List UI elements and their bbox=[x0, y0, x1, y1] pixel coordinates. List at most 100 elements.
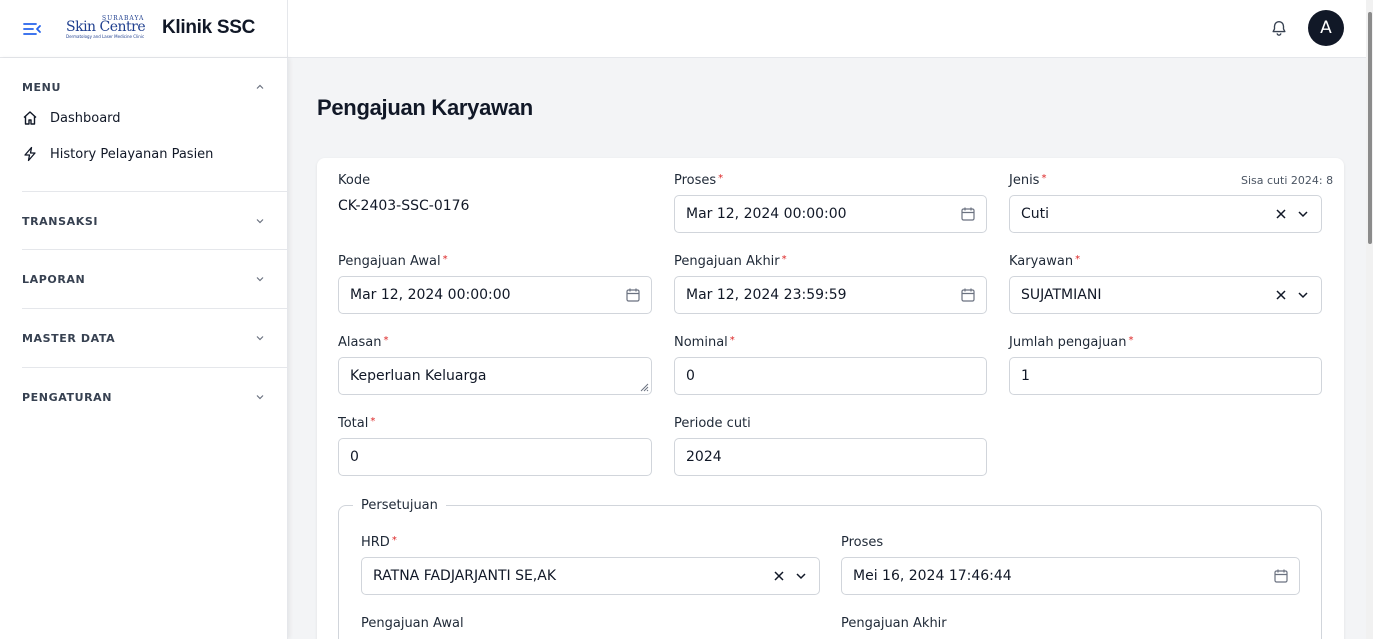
hrd-label: HRD * bbox=[361, 535, 397, 550]
nominal-value: 0 bbox=[686, 368, 695, 384]
jenis-selected-value: Cuti bbox=[1021, 206, 1050, 222]
required-mark: * bbox=[1128, 335, 1134, 346]
bell-icon[interactable] bbox=[1270, 19, 1288, 37]
proses-label-text: Proses bbox=[674, 173, 717, 188]
jumlah-pengajuan-input[interactable]: 1 bbox=[1009, 357, 1322, 395]
required-mark: * bbox=[718, 173, 724, 184]
jumlah-pengajuan-label: Jumlah pengajuan * bbox=[1009, 335, 1133, 350]
jenis-label: Jenis * bbox=[1009, 173, 1046, 188]
periode-cuti-value: 2024 bbox=[686, 449, 722, 465]
required-mark: * bbox=[1075, 254, 1081, 265]
jumlah-pengajuan-value: 1 bbox=[1021, 368, 1030, 384]
sidebar-item-label: History Pelayanan Pasien bbox=[50, 146, 214, 162]
sidebar-item-label: Dashboard bbox=[50, 110, 121, 126]
karyawan-selected-value: SUJATMIANI bbox=[1021, 287, 1102, 303]
sidebar-divider bbox=[22, 191, 288, 192]
jenis-label-text: Jenis bbox=[1009, 173, 1040, 188]
clear-icon[interactable] bbox=[773, 570, 785, 582]
pengajuan-awal-label: Pengajuan Awal * bbox=[338, 254, 448, 269]
periode-cuti-input[interactable]: 2024 bbox=[674, 438, 987, 476]
calendar-icon[interactable] bbox=[960, 287, 976, 303]
alasan-label-text: Alasan bbox=[338, 335, 382, 350]
app-title: Klinik SSC bbox=[162, 17, 256, 38]
persetujuan-legend: Persetujuan bbox=[353, 498, 446, 513]
required-mark: * bbox=[391, 535, 397, 546]
sidebar-section-menu[interactable]: MENU bbox=[22, 78, 265, 96]
sidebar-divider bbox=[22, 249, 288, 250]
jenis-select[interactable]: Cuti bbox=[1009, 195, 1322, 233]
persetujuan-proses-value: Mei 16, 2024 17:46:44 bbox=[853, 568, 1012, 584]
sidebar-section-label: MENU bbox=[22, 80, 61, 94]
chevron-down-icon[interactable] bbox=[1297, 289, 1309, 301]
persetujuan-pengajuan-akhir-label: Pengajuan Akhir bbox=[841, 616, 947, 631]
proses-date-field[interactable]: Mar 12, 2024 00:00:00 bbox=[674, 195, 987, 233]
sidebar-item-history-pelayanan[interactable]: History Pelayanan Pasien bbox=[22, 143, 262, 165]
chevron-down-icon[interactable] bbox=[795, 570, 807, 582]
sidebar-section-laporan[interactable]: LAPORAN bbox=[22, 270, 265, 288]
logo-sub-text: Dermatology and Laser Medicine Clinic bbox=[66, 34, 145, 39]
page-title: Pengajuan Karyawan bbox=[317, 95, 533, 120]
sidebar-section-label: LAPORAN bbox=[22, 272, 86, 286]
chevron-down-icon bbox=[256, 277, 264, 282]
pengajuan-akhir-value: Mar 12, 2024 23:59:59 bbox=[686, 287, 847, 303]
brand-area: SURABAYA Skin Centre Dermatology and Las… bbox=[0, 0, 288, 58]
hrd-selected-value: RATNA FADJARJANTI SE,AK bbox=[373, 568, 557, 584]
required-mark: * bbox=[370, 416, 376, 427]
chevron-down-icon bbox=[256, 219, 264, 224]
scrollbar-thumb[interactable] bbox=[1368, 12, 1372, 244]
total-label-text: Total bbox=[338, 416, 369, 431]
clear-icon[interactable] bbox=[1275, 289, 1287, 301]
kode-label: Kode bbox=[338, 173, 371, 188]
karyawan-label: Karyawan * bbox=[1009, 254, 1080, 269]
pengajuan-awal-date-field[interactable]: Mar 12, 2024 00:00:00 bbox=[338, 276, 652, 314]
required-mark: * bbox=[442, 254, 448, 265]
total-input[interactable]: 0 bbox=[338, 438, 652, 476]
home-icon bbox=[23, 111, 37, 125]
hrd-select[interactable]: RATNA FADJARJANTI SE,AK bbox=[361, 557, 820, 595]
sidebar-divider bbox=[22, 308, 288, 309]
calendar-icon[interactable] bbox=[960, 206, 976, 222]
sidebar-section-master-data[interactable]: MASTER DATA bbox=[22, 329, 265, 347]
logo-main-text: Skin Centre bbox=[66, 19, 146, 35]
total-label: Total * bbox=[338, 416, 375, 431]
karyawan-label-text: Karyawan bbox=[1009, 254, 1074, 269]
alasan-textarea[interactable]: Keperluan Keluarga bbox=[338, 357, 652, 395]
required-mark: * bbox=[781, 254, 787, 265]
nominal-input[interactable]: 0 bbox=[674, 357, 987, 395]
sidebar-section-transaksi[interactable]: TRANSAKSI bbox=[22, 212, 265, 230]
persetujuan-proses-date-field[interactable]: Mei 16, 2024 17:46:44 bbox=[841, 557, 1300, 595]
proses-date-value: Mar 12, 2024 00:00:00 bbox=[686, 206, 847, 222]
sidebar-divider bbox=[22, 367, 288, 368]
chevron-down-icon[interactable] bbox=[1297, 208, 1309, 220]
hrd-label-text: HRD bbox=[361, 535, 390, 550]
alasan-value: Keperluan Keluarga bbox=[350, 368, 487, 384]
top-bar: SURABAYA Skin Centre Dermatology and Las… bbox=[0, 0, 1366, 58]
required-mark: * bbox=[383, 335, 389, 346]
calendar-icon[interactable] bbox=[1273, 568, 1289, 584]
pengajuan-awal-label-text: Pengajuan Awal bbox=[338, 254, 441, 269]
sidebar-section-label: TRANSAKSI bbox=[22, 214, 99, 228]
pengajuan-awal-value: Mar 12, 2024 00:00:00 bbox=[350, 287, 511, 303]
menu-collapse-icon[interactable] bbox=[22, 19, 42, 39]
clinic-logo[interactable]: SURABAYA Skin Centre Dermatology and Las… bbox=[66, 15, 148, 41]
pengajuan-akhir-label: Pengajuan Akhir * bbox=[674, 254, 787, 269]
required-mark: * bbox=[729, 335, 735, 346]
sidebar-item-dashboard[interactable]: Dashboard bbox=[22, 107, 262, 129]
calendar-icon[interactable] bbox=[625, 287, 641, 303]
sisa-cuti-hint: Sisa cuti 2024: 8 bbox=[1241, 174, 1334, 187]
nominal-label: Nominal * bbox=[674, 335, 735, 350]
karyawan-select[interactable]: SUJATMIANI bbox=[1009, 276, 1322, 314]
avatar[interactable]: A bbox=[1308, 10, 1344, 46]
resize-handle-icon[interactable] bbox=[639, 382, 649, 392]
alasan-label: Alasan * bbox=[338, 335, 388, 350]
pengajuan-akhir-date-field[interactable]: Mar 12, 2024 23:59:59 bbox=[674, 276, 987, 314]
chevron-up-icon bbox=[256, 84, 264, 89]
persetujuan-pengajuan-awal-label: Pengajuan Awal bbox=[361, 616, 464, 631]
clear-icon[interactable] bbox=[1275, 208, 1287, 220]
total-value: 0 bbox=[350, 449, 359, 465]
sidebar-section-pengaturan[interactable]: PENGATURAN bbox=[22, 388, 265, 406]
sidebar-section-label: PENGATURAN bbox=[22, 390, 113, 404]
jumlah-pengajuan-label-text: Jumlah pengajuan bbox=[1009, 335, 1127, 350]
sidebar: MENU Dashboard History Pelayanan Pasien … bbox=[0, 58, 288, 639]
required-mark: * bbox=[1041, 173, 1047, 184]
